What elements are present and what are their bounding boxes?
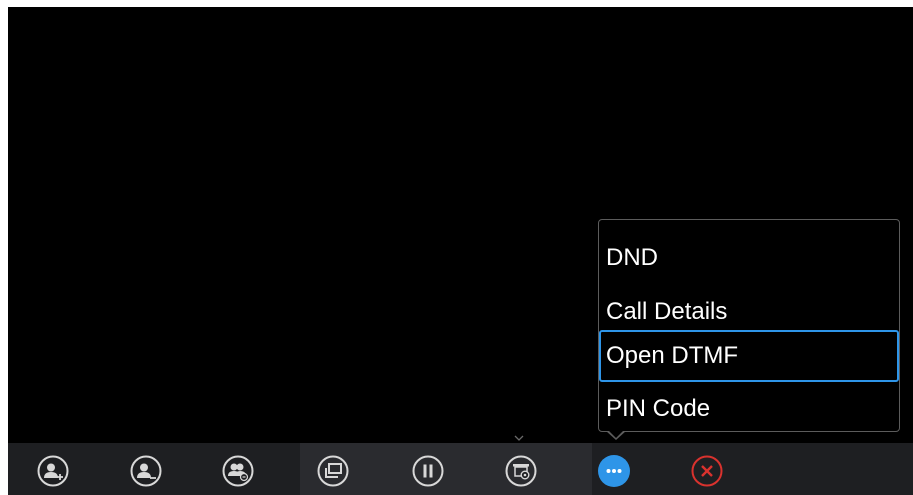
more-options-menu: DND Call Details Open DTMF PIN Code [598,219,900,432]
conference-members-button[interactable] [222,455,254,487]
remove-participant-button[interactable] [130,455,162,487]
call-toolbar [8,443,913,495]
menu-item-pin-code[interactable]: PIN Code [599,383,899,435]
layout-icon [317,455,349,487]
layout-button[interactable] [317,455,349,487]
more-icon [598,455,630,487]
more-button[interactable] [598,455,630,487]
conference-members-icon [222,455,254,487]
add-participant-icon [37,455,69,487]
presentation-button[interactable] [505,455,537,487]
add-participant-button[interactable] [37,455,69,487]
remove-participant-icon [130,455,162,487]
hold-button[interactable] [412,455,444,487]
end-call-button[interactable] [691,455,723,487]
menu-pointer-fill [608,430,624,438]
chevron-down-icon[interactable] [513,433,525,443]
menu-item-dnd[interactable]: DND [599,232,899,284]
presentation-icon [505,455,537,487]
call-screen: DND Call Details Open DTMF PIN Code [8,7,913,495]
hold-icon [412,455,444,487]
menu-item-open-dtmf[interactable]: Open DTMF [599,330,899,382]
end-call-icon [691,455,723,487]
